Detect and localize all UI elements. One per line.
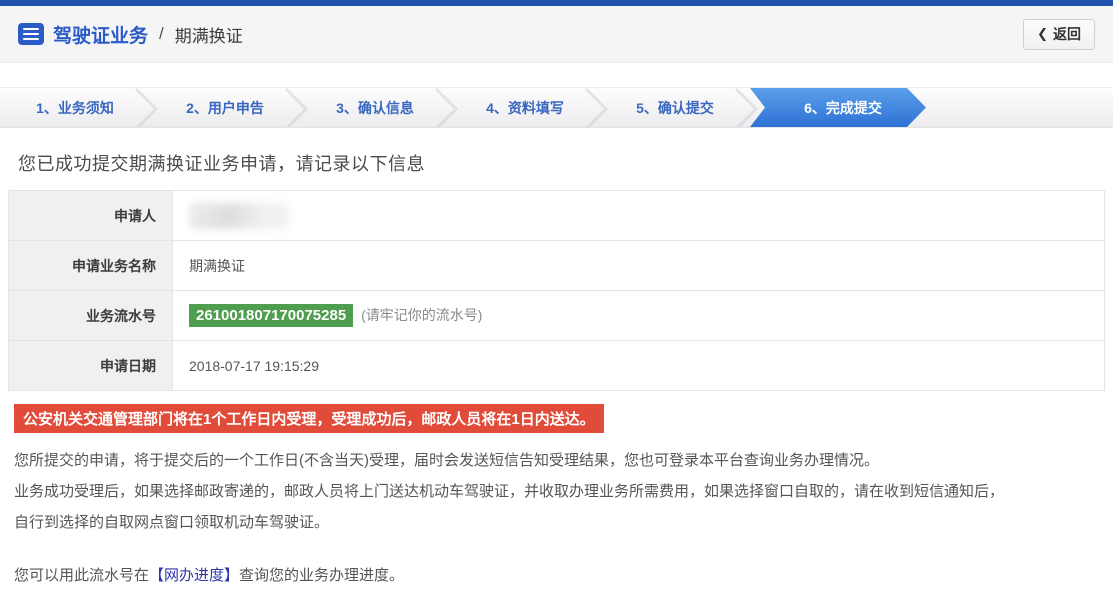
applicant-name-redacted (189, 203, 289, 229)
row-label: 申请人 (9, 191, 173, 241)
instruction-line-2: 业务成功受理后，如果选择邮政寄递的，邮政人员将上门送达机动车驾驶证，并收取办理业… (14, 476, 1105, 507)
step-tab-3-label: 3、确认信息 (336, 98, 414, 118)
step-tab-3: 3、确认信息 (300, 88, 450, 127)
breadcrumb-separator: / (157, 24, 166, 44)
table-row-business-name: 申请业务名称 期满换证 (9, 241, 1105, 291)
application-info-table: 申请人 申请业务名称 期满换证 业务流水号 261001807170075285… (8, 190, 1105, 391)
step-tab-6-active: 6、完成提交 (750, 88, 926, 127)
progress-query-note: 您可以用此流水号在【网办进度】查询您的业务办理进度。 (14, 564, 1105, 585)
success-message: 您已成功提交期满换证业务申请，请记录以下信息 (18, 150, 1105, 176)
page-header: 驾驶证业务 / 期满换证 ❮ 返回 (0, 6, 1113, 63)
step-progress-bar: 1、业务须知 2、用户申告 3、确认信息 4、资料填写 5、确认提交 6、完成提… (0, 87, 1113, 128)
main-content: 您已成功提交期满换证业务申请，请记录以下信息 申请人 申请业务名称 期满换证 业… (0, 150, 1113, 585)
back-button-label: 返回 (1053, 24, 1081, 44)
serial-number-badge: 261001807170075285 (189, 304, 353, 327)
step-tab-5: 5、确认提交 (600, 88, 750, 127)
step-tab-6-label: 6、完成提交 (804, 98, 882, 118)
instructions: 您所提交的申请，将于提交后的一个工作日(不含当天)受理，届时会发送短信告知受理结… (14, 445, 1105, 538)
table-row-apply-date: 申请日期 2018-07-17 19:15:29 (9, 341, 1105, 391)
processing-alert-banner: 公安机关交通管理部门将在1个工作日内受理，受理成功后，邮政人员将在1日内送达。 (14, 404, 604, 433)
page-title-primary: 驾驶证业务 (53, 21, 148, 48)
step-tab-2: 2、用户申告 (150, 88, 300, 127)
progress-note-prefix: 您可以用此流水号在 (14, 567, 149, 584)
back-button[interactable]: ❮ 返回 (1023, 19, 1095, 50)
table-row-applicant: 申请人 (9, 191, 1105, 241)
step-tab-4-label: 4、资料填写 (486, 98, 564, 118)
row-label: 申请业务名称 (9, 241, 173, 291)
online-progress-link[interactable]: 【网办进度】 (149, 567, 239, 584)
step-tab-1: 1、业务须知 (0, 88, 150, 127)
instruction-line-3: 自行到选择的自取网点窗口领取机动车驾驶证。 (14, 507, 1105, 538)
row-value (173, 191, 1105, 241)
serial-number-note: (请牢记你的流水号) (361, 307, 482, 323)
row-value: 2018-07-17 19:15:29 (173, 341, 1105, 391)
row-value: 261001807170075285 (请牢记你的流水号) (173, 291, 1105, 341)
row-label: 申请日期 (9, 341, 173, 391)
row-value: 期满换证 (173, 241, 1105, 291)
table-row-serial-number: 业务流水号 261001807170075285 (请牢记你的流水号) (9, 291, 1105, 341)
row-label: 业务流水号 (9, 291, 173, 341)
progress-note-suffix: 查询您的业务办理进度。 (239, 567, 404, 584)
list-icon (18, 23, 44, 45)
step-tab-5-label: 5、确认提交 (636, 98, 714, 118)
page-title-secondary: 期满换证 (175, 22, 243, 47)
chevron-left-icon: ❮ (1037, 26, 1048, 42)
step-tab-4: 4、资料填写 (450, 88, 600, 127)
breadcrumb: 驾驶证业务 / 期满换证 (18, 21, 243, 48)
step-tab-1-label: 1、业务须知 (36, 98, 114, 118)
step-tab-2-label: 2、用户申告 (186, 98, 264, 118)
instruction-line-1: 您所提交的申请，将于提交后的一个工作日(不含当天)受理，届时会发送短信告知受理结… (14, 445, 1105, 476)
